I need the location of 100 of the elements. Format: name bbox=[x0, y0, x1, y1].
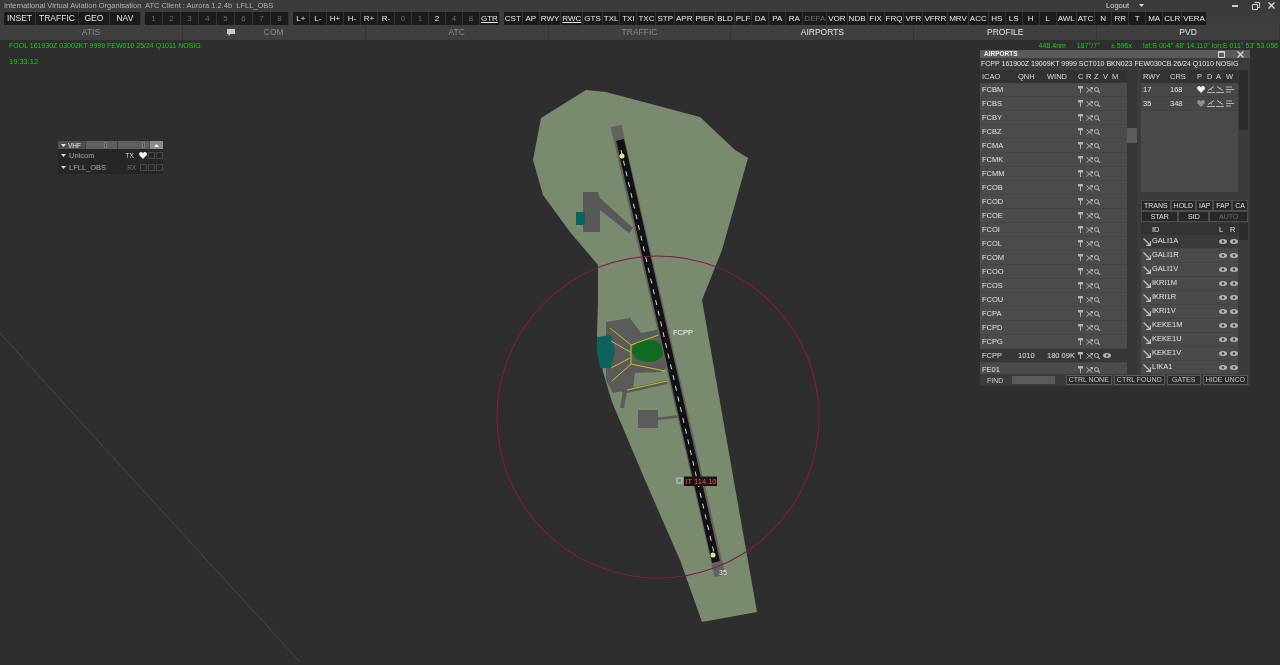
toolbar-button[interactable]: TRAFFIC bbox=[36, 11, 79, 25]
crossed-arrows-icon[interactable] bbox=[1086, 352, 1093, 359]
magnifier-icon[interactable] bbox=[1094, 268, 1100, 275]
eye-icon[interactable] bbox=[1230, 323, 1238, 328]
magnifier-icon[interactable] bbox=[1094, 86, 1100, 93]
tab[interactable]: PVD bbox=[1097, 25, 1280, 40]
scroll-thumb[interactable] bbox=[1239, 223, 1248, 240]
eye-icon[interactable] bbox=[1219, 337, 1227, 342]
find-field[interactable] bbox=[1012, 376, 1055, 384]
toolbar-button[interactable]: TXI bbox=[620, 11, 638, 25]
toolbar-button[interactable]: AP bbox=[522, 11, 540, 25]
heart-icon[interactable] bbox=[139, 152, 147, 159]
crossed-arrows-icon[interactable] bbox=[1086, 366, 1093, 373]
pin-icon[interactable] bbox=[1078, 142, 1083, 149]
wind-icon[interactable] bbox=[1226, 86, 1234, 93]
toolbar-button[interactable]: BLD bbox=[716, 11, 735, 25]
volume-slider[interactable] bbox=[117, 141, 149, 149]
eye-icon[interactable] bbox=[1230, 351, 1238, 356]
magnifier-icon[interactable] bbox=[1094, 352, 1100, 359]
crossed-arrows-icon[interactable] bbox=[1086, 100, 1093, 107]
crossed-arrows-icon[interactable] bbox=[1086, 296, 1093, 303]
scroll-thumb[interactable] bbox=[1239, 70, 1248, 130]
crossed-arrows-icon[interactable] bbox=[1086, 310, 1093, 317]
toolbar-button[interactable]: R+ bbox=[360, 11, 378, 25]
toolbar-button[interactable]: MRV bbox=[948, 11, 969, 25]
magnifier-icon[interactable] bbox=[1094, 324, 1100, 331]
pin-icon[interactable] bbox=[1078, 156, 1083, 163]
pin-icon[interactable] bbox=[1078, 128, 1083, 135]
eye-icon[interactable] bbox=[1219, 239, 1227, 244]
eye-icon[interactable] bbox=[1230, 337, 1238, 342]
eye-icon[interactable] bbox=[1219, 351, 1227, 356]
crossed-arrows-icon[interactable] bbox=[1086, 128, 1093, 135]
pin-icon[interactable] bbox=[1078, 226, 1083, 233]
eye-icon[interactable] bbox=[1219, 281, 1227, 286]
magnifier-icon[interactable] bbox=[1094, 198, 1100, 205]
toolbar-button[interactable]: RWY bbox=[539, 11, 562, 25]
minimize-icon[interactable] bbox=[1232, 4, 1238, 7]
scroll-thumb[interactable] bbox=[1127, 128, 1137, 143]
toolbar-button[interactable]: L- bbox=[309, 11, 327, 25]
toolbar-button[interactable]: TXL bbox=[602, 11, 621, 25]
toolbar-button[interactable]: STP bbox=[656, 11, 675, 25]
checkbox[interactable] bbox=[148, 152, 155, 159]
takeoff-icon[interactable] bbox=[1207, 100, 1215, 107]
landing-icon[interactable] bbox=[1216, 86, 1224, 93]
crossed-arrows-icon[interactable] bbox=[1086, 240, 1093, 247]
eye-icon[interactable] bbox=[1230, 281, 1238, 286]
pin-icon[interactable] bbox=[1078, 310, 1083, 317]
toolbar-button[interactable]: RWC bbox=[561, 11, 584, 25]
checkbox[interactable] bbox=[156, 152, 163, 159]
toolbar-button[interactable]: FIX bbox=[867, 11, 885, 25]
checkbox[interactable] bbox=[156, 164, 163, 171]
caret-icon[interactable] bbox=[61, 166, 66, 169]
close-icon[interactable] bbox=[1268, 2, 1275, 9]
toolbar-button[interactable]: RR bbox=[1112, 11, 1130, 25]
volume-slider[interactable] bbox=[85, 141, 117, 149]
restore-icon[interactable] bbox=[1252, 1, 1260, 10]
eye-icon[interactable] bbox=[1230, 253, 1238, 258]
pin-icon[interactable] bbox=[1078, 114, 1083, 121]
magnifier-icon[interactable] bbox=[1094, 240, 1100, 247]
crossed-arrows-icon[interactable] bbox=[1086, 254, 1093, 261]
checkbox[interactable] bbox=[148, 164, 155, 171]
toolbar-button[interactable]: N bbox=[1095, 11, 1113, 25]
crossed-arrows-icon[interactable] bbox=[1086, 338, 1093, 345]
toolbar-button[interactable]: CLR bbox=[1163, 11, 1183, 25]
magnifier-icon[interactable] bbox=[1094, 212, 1100, 219]
eye-icon[interactable] bbox=[1230, 309, 1238, 314]
magnifier-icon[interactable] bbox=[1094, 366, 1100, 373]
pin-icon[interactable] bbox=[1078, 254, 1083, 261]
caret-icon[interactable] bbox=[1139, 4, 1144, 7]
eye-icon[interactable] bbox=[1219, 323, 1227, 328]
toolbar-button[interactable]: TXC bbox=[637, 11, 657, 25]
tab[interactable]: AIRPORTS bbox=[731, 25, 915, 40]
magnifier-icon[interactable] bbox=[1094, 338, 1100, 345]
eye-icon[interactable] bbox=[1230, 365, 1238, 370]
toolbar-button[interactable]: NAV bbox=[109, 11, 141, 25]
toolbar-button[interactable]: RA bbox=[786, 11, 804, 25]
crossed-arrows-icon[interactable] bbox=[1086, 156, 1093, 163]
pin-icon[interactable] bbox=[1078, 170, 1083, 177]
magnifier-icon[interactable] bbox=[1094, 142, 1100, 149]
toolbar-button[interactable]: HS bbox=[988, 11, 1006, 25]
magnifier-icon[interactable] bbox=[1094, 128, 1100, 135]
heart-icon[interactable] bbox=[1197, 86, 1205, 93]
toolbar-button[interactable]: PLF bbox=[734, 11, 753, 25]
crossed-arrows-icon[interactable] bbox=[1086, 268, 1093, 275]
crossed-arrows-icon[interactable] bbox=[1086, 86, 1093, 93]
checkbox[interactable] bbox=[140, 164, 147, 171]
eye-icon[interactable] bbox=[1219, 365, 1227, 370]
eye-icon[interactable] bbox=[1219, 267, 1227, 272]
takeoff-icon[interactable] bbox=[1207, 86, 1215, 93]
crossed-arrows-icon[interactable] bbox=[1086, 114, 1093, 121]
toolbar-button[interactable]: 2 bbox=[428, 11, 446, 25]
magnifier-icon[interactable] bbox=[1094, 184, 1100, 191]
caret-icon[interactable] bbox=[61, 143, 66, 147]
eye-icon[interactable] bbox=[1219, 295, 1227, 300]
magnifier-icon[interactable] bbox=[1094, 282, 1100, 289]
toolbar-button[interactable]: VFR bbox=[904, 11, 924, 25]
toolbar-button[interactable]: APR bbox=[675, 11, 695, 25]
toolbar-button[interactable]: T bbox=[1129, 11, 1147, 25]
toolbar-button[interactable]: ACC bbox=[968, 11, 989, 25]
toolbar-button[interactable]: NDB bbox=[847, 11, 868, 25]
